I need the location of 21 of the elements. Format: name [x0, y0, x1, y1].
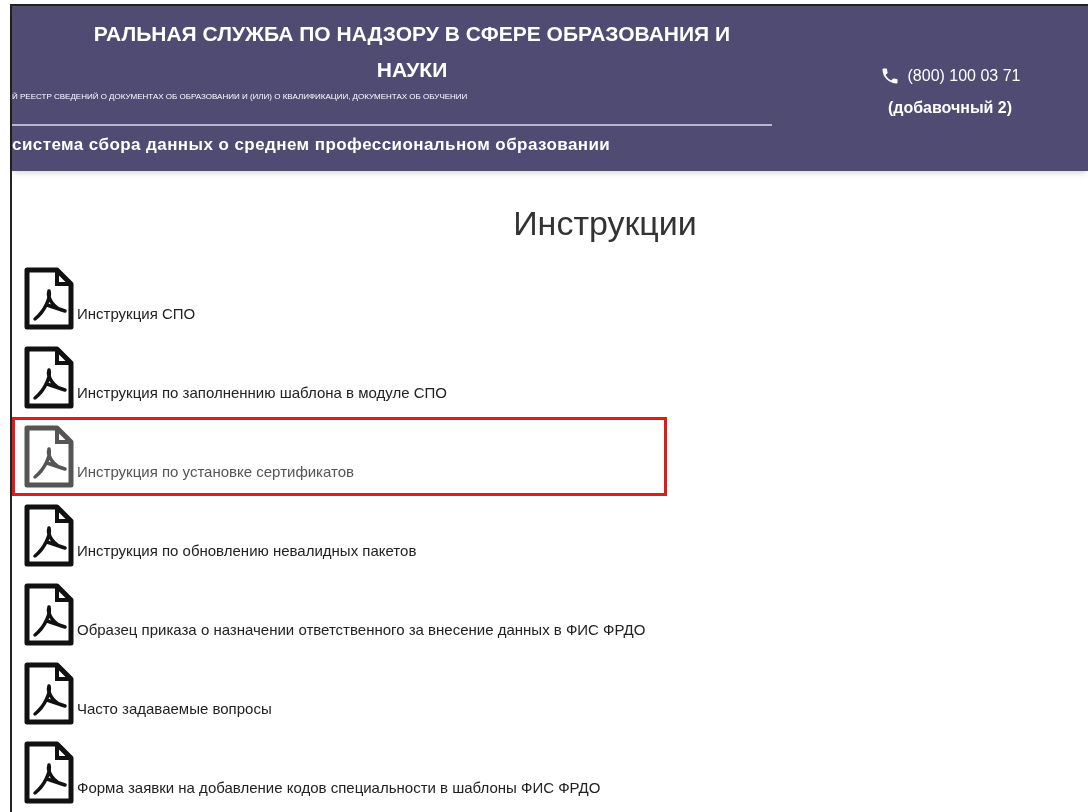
phone-extension: (добавочный 2) [887, 98, 1013, 118]
document-link[interactable]: Образец приказа о назначении ответственного за внесение данных в ФИС ФРДО [12, 575, 667, 654]
document-link[interactable]: Инструкция по заполненнию шаблона в модуле СПО [12, 338, 667, 417]
pdf-file-icon [23, 741, 75, 805]
pdf-file-icon [23, 346, 75, 410]
document-link[interactable]: Инструкция по установке сертификатов [12, 417, 667, 496]
agency-title: НАУКИ [376, 57, 448, 83]
document-link[interactable]: Часто задаваемые вопросы [12, 654, 667, 733]
document-link[interactable]: Инструкция СПО [12, 259, 667, 338]
system-name: система сбора данных о среднем профессиональном образовании [12, 134, 611, 156]
document-link[interactable]: Инструкция по обновлению невалидных пакетов [12, 496, 667, 575]
page-title: Инструкции [513, 203, 697, 244]
agency-title: РАЛЬНАЯ СЛУЖБА ПО НАДЗОРУ В СФЕРЕ ОБРАЗОВАНИЯ И [93, 21, 731, 47]
registry-subtitle: Й РЕЕСТР СВЕДЕНИЙ О ДОКУМЕНТАХ ОБ ОБРАЗОВАНИИ И (ИЛИ) О КВАЛИФИКАЦИИ, ДОКУМЕНТАХ ОБ ОБУЧЕНИИ [12, 91, 468, 103]
phone-number[interactable]: (800) 100 03 71 [907, 64, 1021, 88]
pdf-file-icon [23, 662, 75, 726]
pdf-file-icon [23, 583, 75, 647]
pdf-file-icon [23, 504, 75, 568]
pdf-file-icon [23, 267, 75, 331]
document-link[interactable]: Форма заявки на добавление кодов специальности в шаблоны ФИС ФРДО [12, 733, 667, 812]
pdf-file-icon [23, 425, 75, 489]
